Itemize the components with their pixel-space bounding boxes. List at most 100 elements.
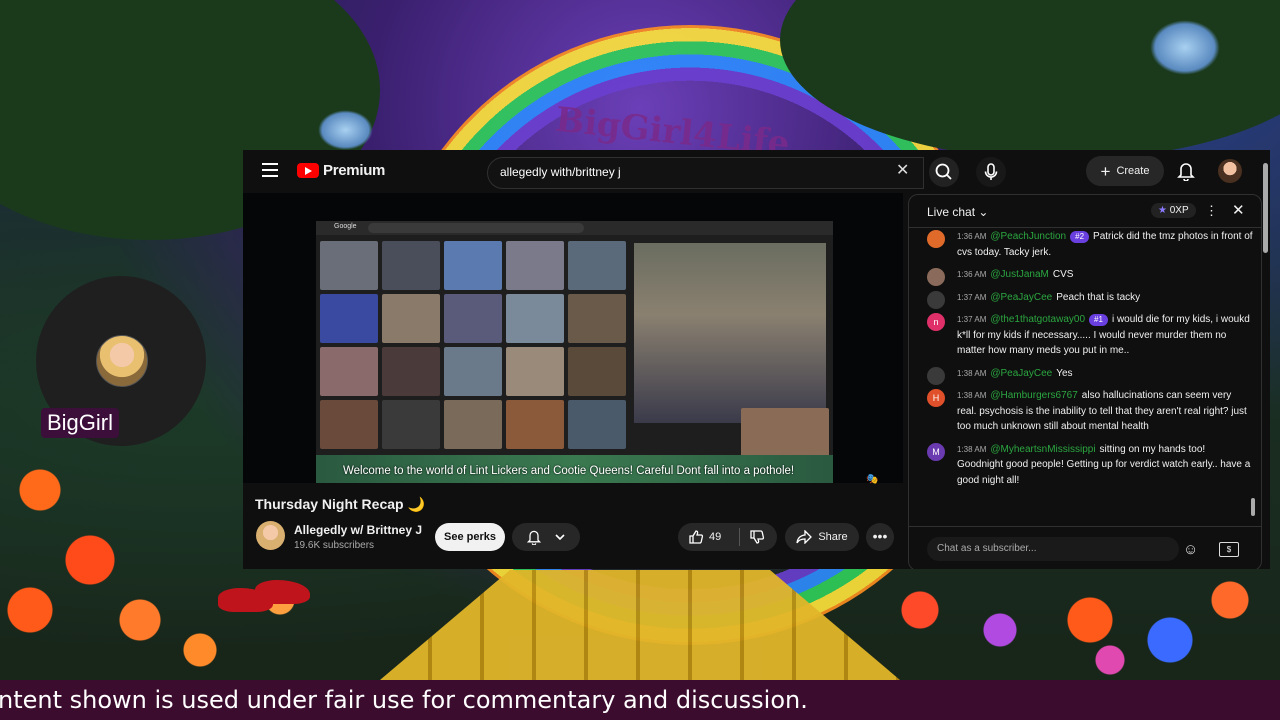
thumbs-down-icon: [750, 530, 765, 544]
more-horizontal-icon: •••: [872, 528, 888, 544]
xp-value: 0XP: [1169, 205, 1189, 216]
live-chat-dropdown[interactable]: Live chat ⌄: [927, 205, 988, 219]
message-author[interactable]: @MyheartsnMississippi: [990, 444, 1095, 455]
chat-scrollbar[interactable]: [1251, 498, 1255, 516]
chat-user-avatar[interactable]: [927, 290, 945, 309]
message-author[interactable]: @PeaJayCee: [990, 368, 1052, 379]
flowers-right-art: [880, 560, 1280, 680]
youtube-logo[interactable]: Premium: [297, 162, 385, 179]
like-count: 49: [709, 531, 722, 543]
create-button[interactable]: + Create: [1086, 156, 1164, 186]
channel-avatar[interactable]: [256, 521, 285, 550]
chat-message: 1:38 AM @PeaJayCee Yes: [921, 366, 1253, 385]
chat-message: M 1:38 AM @MyheartsnMississippi sitting on …: [921, 442, 1253, 489]
close-icon[interactable]: ✕: [1232, 201, 1245, 219]
message-author[interactable]: @Hamburgers6767: [990, 390, 1077, 401]
host-avatar: [96, 335, 148, 387]
message-time: 1:37 AM: [957, 315, 987, 324]
chat-user-avatar[interactable]: H: [927, 389, 945, 407]
message-author[interactable]: @JustJanaM: [990, 269, 1049, 280]
ticker-banner: ntent shown is used under fair use for c…: [0, 680, 1280, 720]
chat-user-avatar[interactable]: [927, 366, 945, 385]
plus-icon: +: [1100, 161, 1111, 181]
channel-name[interactable]: Allegedly w/ Brittney J: [294, 523, 422, 537]
search-value: allegedly with/brittney j: [500, 165, 621, 179]
chat-messages[interactable]: 1:36 AM @PeachJunction #2 Patrick did the t…: [921, 229, 1253, 521]
chat-title-label: Live chat: [927, 205, 976, 219]
chat-message: H 1:38 AM @Hamburgers6767 also hallucinatio…: [921, 388, 1253, 435]
masks-icon: 🎭: [866, 474, 879, 485]
message-text: Peach that is tacky: [1056, 291, 1141, 303]
more-actions-button[interactable]: •••: [866, 523, 894, 551]
live-chat-panel: Live chat ⌄ ★ 0XP ⋮ ✕ 1:36 AM @PeachJunct…: [908, 194, 1262, 569]
menu-icon[interactable]: [262, 163, 278, 177]
top-bar: Premium allegedly with/brittney j ✕ + Cr…: [243, 150, 1270, 193]
dislike-button[interactable]: [749, 529, 765, 548]
message-time: 1:38 AM: [957, 444, 987, 454]
chat-user-avatar[interactable]: [927, 268, 945, 286]
captured-browser-tabs: Google: [316, 221, 833, 235]
message-author[interactable]: @the1thatgotaway00: [990, 314, 1085, 325]
chat-message: 1:36 AM @PeachJunction #2 Patrick did the t…: [921, 229, 1253, 260]
page-scrollbar[interactable]: [1263, 163, 1268, 253]
microphone-icon: [984, 163, 998, 180]
star-icon: ★: [1158, 205, 1167, 216]
search-icon: [935, 163, 952, 180]
xp-badge[interactable]: ★ 0XP: [1151, 203, 1196, 218]
message-time: 1:38 AM: [957, 391, 987, 400]
chat-user-avatar[interactable]: [927, 230, 945, 248]
super-chat-icon[interactable]: $: [1219, 542, 1239, 557]
create-label: Create: [1116, 165, 1150, 177]
chat-menu-icon[interactable]: ⋮: [1205, 203, 1218, 219]
voice-search-button[interactable]: [976, 157, 1006, 187]
logo-label: Premium: [323, 162, 386, 179]
chat-input[interactable]: Chat as a subscriber...: [927, 537, 1179, 561]
message-time: 1:36 AM: [957, 232, 987, 241]
emoji-icon[interactable]: ☺: [1183, 541, 1198, 558]
message-time: 1:36 AM: [957, 270, 987, 279]
share-icon: [796, 530, 813, 544]
divider: [739, 528, 740, 546]
video-player[interactable]: Google Welcome to the world of Lint Lick…: [243, 193, 903, 485]
chat-message: 1:37 AM @PeaJayCee Peach that is tacky: [921, 290, 1253, 309]
host-name-tag: BigGirl: [41, 408, 120, 438]
rank-badge: #1: [1089, 314, 1108, 326]
share-button[interactable]: Share: [785, 523, 859, 551]
chevron-down-icon: [555, 534, 565, 541]
chat-message: 1:36 AM @JustJanaM CVS: [921, 267, 1253, 286]
youtube-play-icon: [297, 163, 319, 178]
account-avatar[interactable]: [1218, 159, 1242, 183]
message-time: 1:37 AM: [957, 292, 987, 302]
family-photo: [634, 243, 826, 423]
chat-user-avatar[interactable]: M: [927, 442, 945, 461]
caption-banner: Welcome to the world of Lint Lickers and…: [316, 455, 833, 483]
like-button[interactable]: 49: [688, 529, 721, 545]
youtube-window: Premium allegedly with/brittney j ✕ + Cr…: [243, 150, 1270, 569]
search-input[interactable]: allegedly with/brittney j: [487, 157, 924, 189]
bell-icon: [526, 530, 542, 545]
chat-input-area: Chat as a subscriber... ☺ $: [909, 526, 1261, 569]
chat-message: n 1:37 AM @the1thatgotaway00 #1 i would die …: [921, 312, 1253, 359]
see-perks-button[interactable]: See perks: [435, 523, 505, 551]
thumbs-up-icon: [689, 530, 704, 544]
video-title: Thursday Night Recap 🌙: [255, 496, 425, 512]
video-caption: Welcome to the world of Lint Lickers and…: [343, 465, 795, 477]
rank-badge: #2: [1070, 231, 1090, 243]
message-author[interactable]: @PeachJunction: [990, 231, 1066, 242]
message-text: Yes: [1056, 367, 1073, 379]
search-button[interactable]: [929, 157, 959, 187]
chevron-down-icon: ⌄: [978, 205, 989, 219]
ticker-text: ntent shown is used under fair use for c…: [0, 686, 808, 714]
image-results-grid: [320, 241, 626, 449]
clear-icon[interactable]: ✕: [896, 160, 909, 180]
chat-user-avatar[interactable]: n: [927, 313, 945, 331]
bluebird-small-art: [318, 110, 373, 150]
message-author[interactable]: @PeaJayCee: [990, 292, 1052, 303]
notifications-bell-icon[interactable]: [1177, 161, 1195, 181]
share-label: Share: [818, 531, 848, 543]
message-text: CVS: [1052, 269, 1074, 280]
captured-tab-label: Google: [334, 223, 357, 230]
captured-address-bar: [368, 223, 584, 233]
subscription-bell-button[interactable]: [512, 523, 580, 551]
subscriber-count: 19.6K subscribers: [294, 540, 375, 551]
